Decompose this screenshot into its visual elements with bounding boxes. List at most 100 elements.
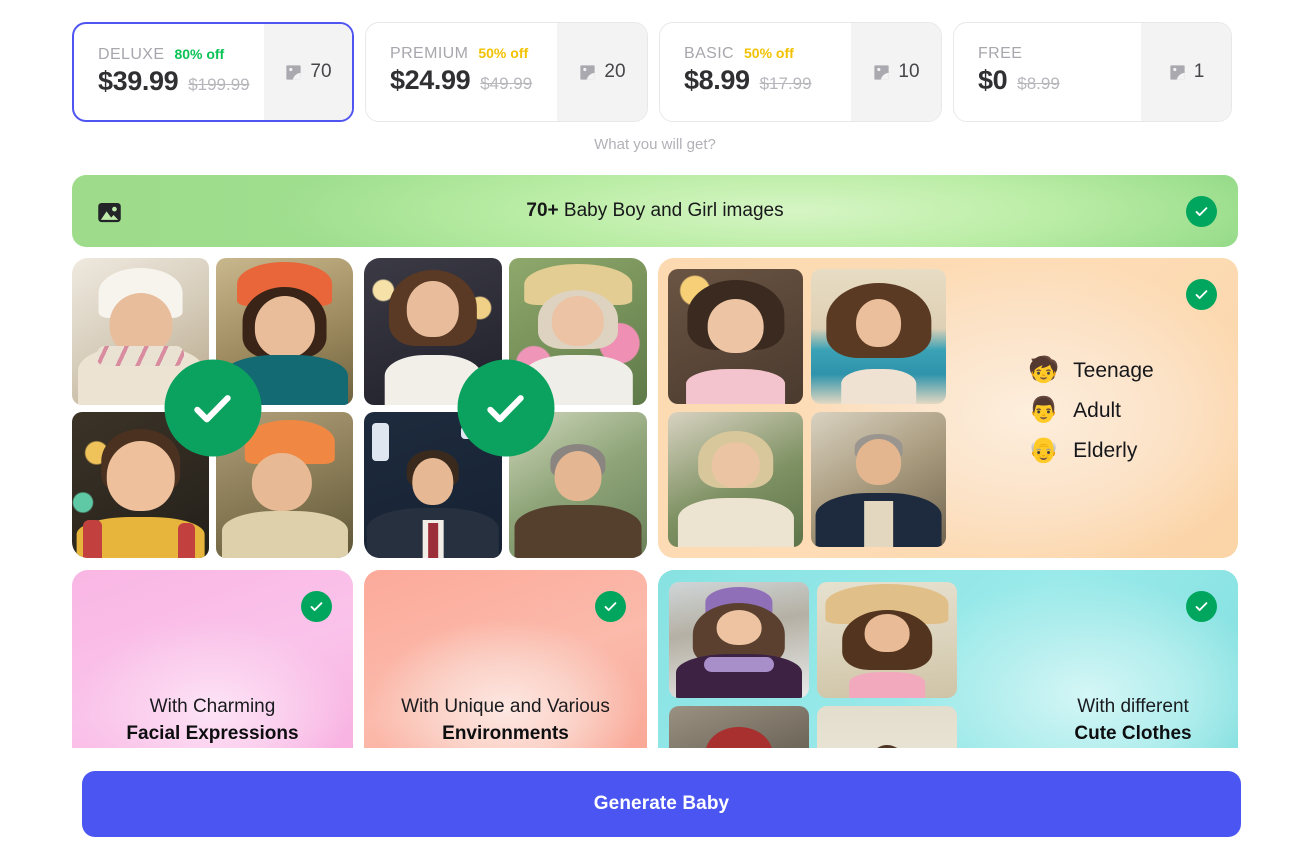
plan-price: $8.99: [684, 65, 750, 95]
paywall-screen: DELUXE 80% off $39.99 $199.99 70 PREMIUM…: [0, 0, 1310, 848]
feature-panel-ages[interactable]: 🧒 Teenage 👨 Adult 👴 Elderly: [658, 258, 1238, 558]
girl-summer-hat-portrait: [817, 582, 957, 698]
plan-name: DELUXE: [98, 46, 165, 63]
feature-row-primary: 🧒 Teenage 👨 Adult 👴 Elderly: [72, 258, 1238, 558]
caption-line-bottom: Cute Clothes: [1074, 723, 1192, 745]
feature-panel-kids[interactable]: [72, 258, 353, 558]
plan-name: FREE: [978, 45, 1023, 62]
check-circle-large-icon: [164, 359, 261, 457]
feature-card-expressions[interactable]: With Charming Facial Expressions: [72, 570, 353, 748]
check-circle-icon: [1186, 591, 1217, 622]
plan-original-price: $17.99: [759, 74, 812, 93]
mature-man-portrait: [811, 412, 946, 547]
plan-details: FREE $0 $8.99: [954, 23, 1141, 121]
plan-header-row: PREMIUM 50% off: [390, 45, 557, 63]
image-count-icon: [284, 63, 303, 82]
photo-grid: [662, 269, 946, 547]
plan-header-row: FREE: [978, 45, 1141, 63]
teen-girl-portrait: [668, 269, 803, 404]
banner-text: Baby Boy and Girl images: [558, 200, 784, 221]
image-count-icon: [578, 63, 597, 82]
child-red-hat-portrait: [669, 706, 809, 748]
caption-line-top: With Unique and Various: [401, 696, 610, 718]
plan-credit-count: 10: [898, 61, 920, 82]
photo-thumb: [669, 706, 809, 748]
photo-thumb: [817, 582, 957, 698]
check-circle-large-icon: [457, 359, 554, 457]
plan-credit-count: 70: [310, 61, 332, 82]
image-count-icon: [872, 63, 891, 82]
age-option-adult: 👨 Adult: [1028, 398, 1154, 423]
plan-card-basic[interactable]: BASIC 50% off $8.99 $17.99 10: [659, 22, 942, 122]
photo-thumb: [668, 412, 803, 547]
photo-thumb: [811, 412, 946, 547]
plan-name: PREMIUM: [390, 45, 469, 62]
plan-discount-badge: 50% off: [744, 45, 794, 61]
age-option-teenage: 🧒 Teenage: [1028, 358, 1154, 383]
age-options-list: 🧒 Teenage 👨 Adult 👴 Elderly: [1028, 358, 1154, 463]
caption-line-top: With different: [1077, 696, 1189, 718]
plan-price: $39.99: [98, 66, 179, 96]
plan-name: BASIC: [684, 45, 735, 62]
plan-credits: 20: [557, 23, 647, 121]
check-circle-icon: [301, 591, 332, 622]
plan-price-row: $8.99 $17.99: [684, 65, 851, 96]
plan-credit-count: 20: [604, 61, 626, 82]
elderly-face-icon: 👴: [1028, 436, 1060, 464]
plan-credits: 1: [1141, 23, 1231, 121]
photo-grid: [669, 582, 957, 748]
feature-caption: With Charming Facial Expressions: [72, 694, 353, 748]
feature-banner-images[interactable]: 70+ Baby Boy and Girl images: [72, 175, 1238, 247]
plan-discount-badge: 80% off: [174, 46, 225, 62]
photo-thumb: [668, 269, 803, 404]
feature-card-environments[interactable]: With Unique and Various Environments: [364, 570, 647, 748]
feature-panel-adults[interactable]: [364, 258, 647, 558]
child-beach-portrait: [817, 706, 957, 748]
mature-woman-portrait: [668, 412, 803, 547]
feature-row-secondary: With Charming Facial Expressions With Un…: [72, 570, 1238, 748]
plan-details: DELUXE 80% off $39.99 $199.99: [74, 24, 264, 120]
image-icon: [96, 199, 123, 231]
feature-caption: With Unique and Various Environments: [364, 694, 647, 748]
plan-price-row: $39.99 $199.99: [98, 66, 264, 97]
plan-credits: 10: [851, 23, 941, 121]
check-circle-icon: [595, 591, 626, 622]
plan-price-row: $0 $8.99: [978, 65, 1141, 96]
check-circle-icon: [1186, 279, 1217, 310]
teen-girl-beach-portrait: [811, 269, 946, 404]
adult-face-icon: 👨: [1028, 396, 1060, 424]
plan-card-deluxe[interactable]: DELUXE 80% off $39.99 $199.99 70: [72, 22, 354, 122]
photo-thumb: [669, 582, 809, 698]
caption-line-bottom: Environments: [442, 723, 569, 745]
plan-header-row: DELUXE 80% off: [98, 46, 264, 64]
banner-label: 70+ Baby Boy and Girl images: [72, 200, 1238, 222]
plan-price: $24.99: [390, 65, 471, 95]
pricing-plan-list: DELUXE 80% off $39.99 $199.99 70 PREMIUM…: [72, 22, 1238, 122]
generate-baby-button[interactable]: Generate Baby: [82, 771, 1241, 837]
age-label: Elderly: [1073, 438, 1138, 462]
plan-card-free[interactable]: FREE $0 $8.99 1: [953, 22, 1232, 122]
teen-face-icon: 🧒: [1028, 356, 1060, 384]
plan-original-price: $49.99: [480, 74, 533, 93]
plan-credits: 70: [264, 24, 352, 120]
plan-header-row: BASIC 50% off: [684, 45, 851, 63]
plan-details: BASIC 50% off $8.99 $17.99: [660, 23, 851, 121]
plan-original-price: $8.99: [1017, 74, 1060, 93]
caption-line-bottom: Facial Expressions: [126, 723, 299, 745]
plan-original-price: $199.99: [188, 75, 250, 94]
check-circle-icon: [1186, 196, 1217, 227]
age-label: Teenage: [1073, 358, 1154, 382]
age-option-elderly: 👴 Elderly: [1028, 438, 1154, 463]
feature-card-clothes[interactable]: With different Cute Clothes: [658, 570, 1238, 748]
photo-thumb: [811, 269, 946, 404]
image-count-icon: [1168, 63, 1187, 82]
plan-price-row: $24.99 $49.99: [390, 65, 557, 96]
plan-price: $0: [978, 65, 1008, 95]
feature-caption: With different Cute Clothes: [1052, 694, 1214, 748]
plan-discount-badge: 50% off: [478, 45, 529, 61]
age-label: Adult: [1073, 398, 1122, 422]
banner-count: 70+: [526, 200, 559, 221]
plan-details: PREMIUM 50% off $24.99 $49.99: [366, 23, 557, 121]
plan-card-premium[interactable]: PREMIUM 50% off $24.99 $49.99 20: [365, 22, 648, 122]
plan-credit-count: 1: [1193, 61, 1205, 82]
